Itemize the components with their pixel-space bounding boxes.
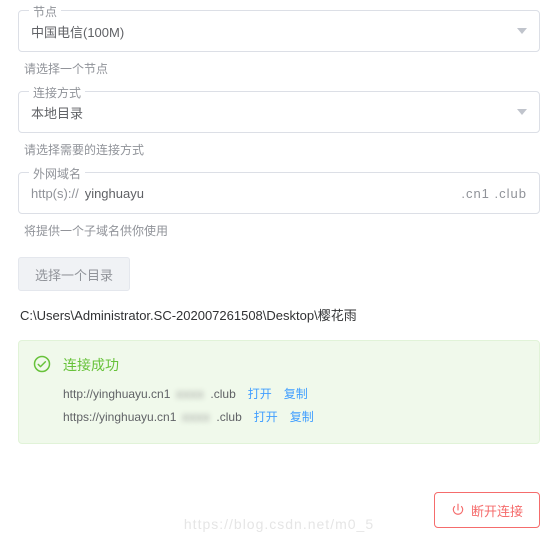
domain-suffix: .cn1 .club [461,186,527,201]
url-text: https://yinghuayu.cn1 [63,406,176,429]
node-hint: 请选择一个节点 [24,60,540,77]
node-value: 中国电信(100M) [31,22,509,41]
url-tail: .club [210,383,235,406]
domain-field[interactable]: 外网域名 http(s):// .cn1 .club [18,172,540,214]
node-select[interactable]: 节点 中国电信(100M) [18,10,540,52]
url-mask: xxxx [176,383,204,406]
method-hint: 请选择需要的连接方式 [24,141,540,158]
url-tail: .club [216,406,241,429]
url-mask: xxxx [182,406,210,429]
copy-link[interactable]: 复制 [290,406,314,429]
selected-path: C:\Users\Administrator.SC-202007261508\D… [20,305,540,324]
url-text: http://yinghuayu.cn1 [63,383,170,406]
open-link[interactable]: 打开 [254,406,278,429]
chevron-down-icon [517,28,527,34]
node-legend: 节点 [29,3,61,20]
domain-hint: 将提供一个子域名供你使用 [24,222,540,239]
url-line: http://yinghuayu.cn1 xxxx .club 打开 复制 [63,383,523,406]
success-alert: 连接成功 http://yinghuayu.cn1xxxx.club 打开 复制… [18,340,540,444]
choose-dir-button[interactable]: 选择一个目录 [18,257,130,291]
open-link[interactable]: 打开 [248,383,272,406]
copy-link[interactable]: 复制 [284,383,308,406]
disconnect-button[interactable]: 断开连接 [434,492,540,528]
method-legend: 连接方式 [29,84,85,101]
chevron-down-icon [517,109,527,115]
method-value: 本地目录 [31,103,509,122]
check-circle-icon [33,355,51,373]
domain-legend: 外网域名 [29,165,85,182]
disconnect-label: 断开连接 [471,501,523,520]
method-select[interactable]: 连接方式 本地目录 [18,91,540,133]
domain-prefix: http(s):// [31,186,79,201]
domain-input[interactable] [85,186,456,201]
footer: 断开连接 [434,492,540,528]
power-icon [451,503,465,517]
alert-title: 连接成功 [63,355,523,375]
url-line: https://yinghuayu.cn1 xxxx .club 打开 复制 [63,406,523,429]
